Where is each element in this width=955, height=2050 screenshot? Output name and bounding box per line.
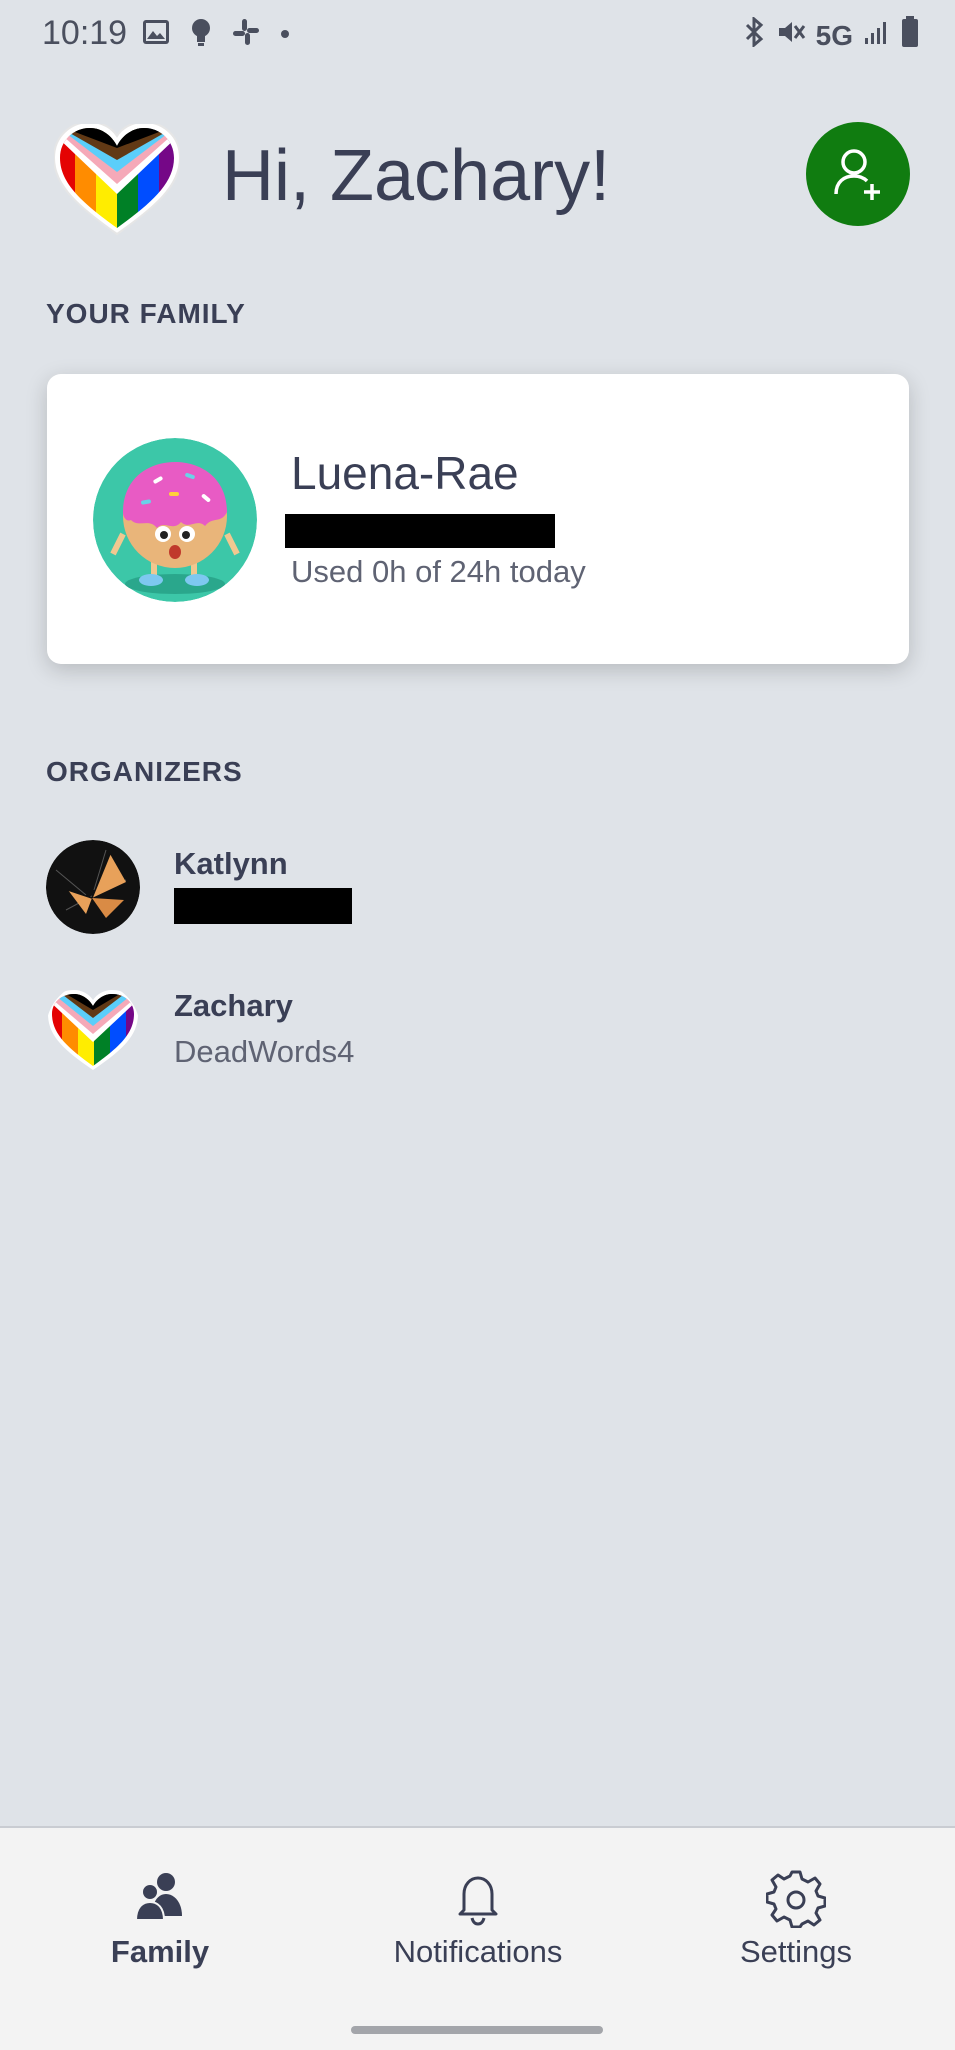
organizer-name: Zachary [174,988,293,1023]
pride-heart-avatar [46,982,140,1076]
nav-family-label: Family [110,1934,210,1969]
gallery-icon [142,19,170,50]
member-name: Luena-Rae [291,447,519,499]
bell-icon [458,1876,498,1926]
dot-icon [280,26,290,44]
network-label: 5G [815,19,853,51]
slack-icon [232,18,260,51]
pride-heart-logo [52,120,182,236]
redacted-account-id [285,514,555,548]
donut-avatar [93,438,257,602]
mute-icon [776,17,806,54]
your-family-label: YOUR FAMILY [46,298,246,329]
member-usage-text: Used 0h of 24h today [291,554,586,589]
add-person-icon [834,149,880,200]
battery-icon [901,16,919,55]
nav-notifications-label: Notifications [393,1934,563,1969]
family-member-card[interactable]: Luena-Rae Used 0h of 24h today [47,374,909,664]
nav-family[interactable]: Family [40,1868,280,1988]
status-left-icons [142,18,290,51]
organizer-item-zachary[interactable]: Zachary DeadWords4 [46,982,546,1078]
nav-settings-label: Settings [739,1934,852,1969]
greeting-title: Hi, Zachary! [222,136,611,216]
nav-settings[interactable]: Settings [676,1868,916,1988]
nav-notifications[interactable]: Notifications [358,1868,598,1988]
signal-icon [863,18,891,53]
gear-icon [766,1870,826,1928]
status-time: 10:19 [42,14,128,52]
butterfly-avatar [46,840,140,934]
redacted-account-id [174,888,352,924]
bottom-navigation: Family Notifications Settings [0,1826,955,2050]
status-bar: 10:19 5G [0,0,955,72]
organizer-item-katlynn[interactable]: Katlynn [46,840,546,936]
organizers-label: ORGANIZERS [46,756,243,787]
organizer-gamertag: DeadWords4 [174,1034,355,1069]
organizer-name: Katlynn [174,846,288,881]
family-icon [134,1873,182,1921]
status-right-icons: 5G [744,15,919,55]
add-family-member-button[interactable] [806,122,910,226]
lightbulb-icon [190,18,212,51]
bluetooth-icon [744,15,766,54]
home-indicator[interactable] [351,2026,603,2034]
